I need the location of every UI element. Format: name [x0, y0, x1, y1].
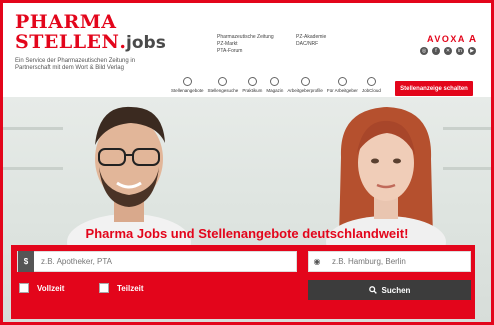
page-border	[0, 0, 494, 325]
